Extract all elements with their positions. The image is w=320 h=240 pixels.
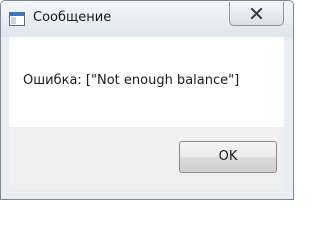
- message-area: Ошибка: ["Not enough balance"]: [9, 37, 284, 127]
- error-message: Ошибка: ["Not enough balance"]: [23, 73, 240, 88]
- close-icon: [250, 8, 263, 19]
- ok-button[interactable]: OK: [179, 141, 277, 173]
- close-button[interactable]: [229, 2, 284, 26]
- window-app-icon: [9, 11, 25, 27]
- message-dialog-window: Сообщение Ошибка: ["Not enough balance"]…: [0, 0, 294, 200]
- button-bar: OK: [9, 127, 284, 190]
- window-title: Сообщение: [33, 10, 112, 25]
- title-bar[interactable]: Сообщение: [1, 1, 293, 37]
